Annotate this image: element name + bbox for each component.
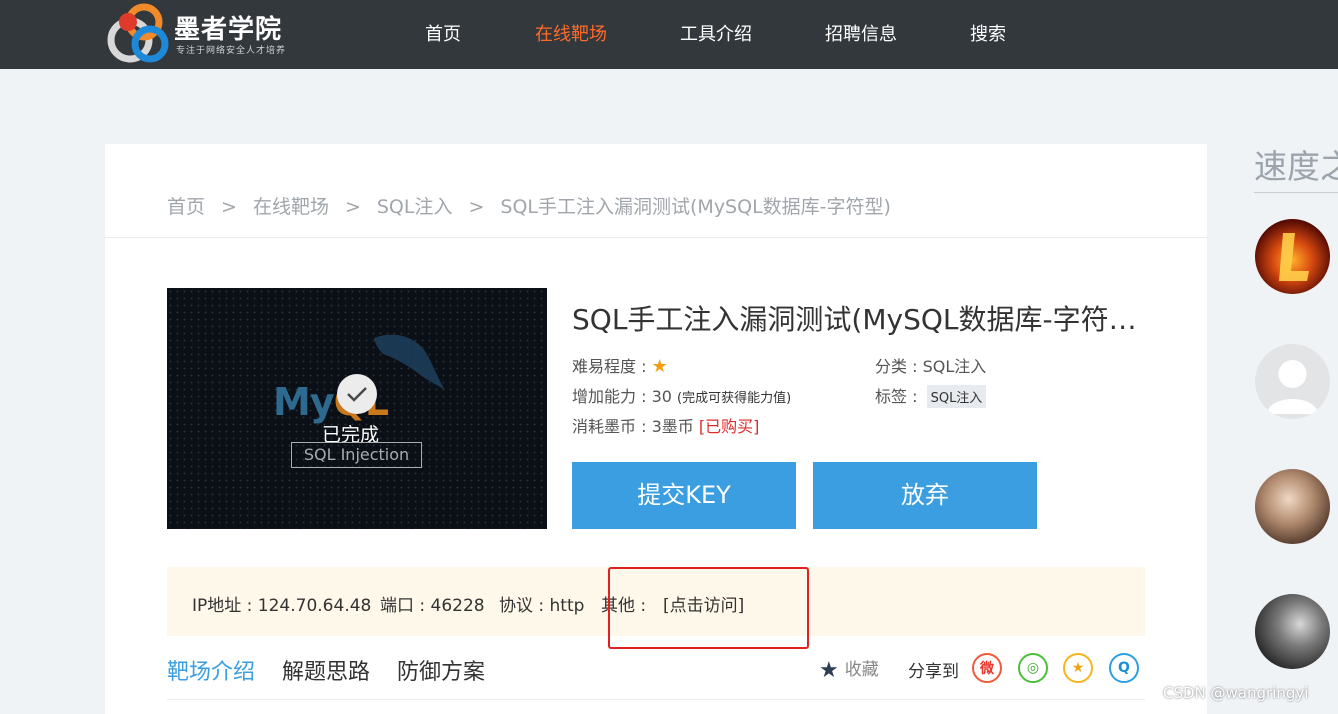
highlight-annotation-box	[608, 567, 809, 649]
watermark: CSDN @wangringyi	[1163, 684, 1309, 702]
challenge-thumbnail: MyQL 已完成 SQL Injection	[167, 288, 547, 529]
nav-item-online-range[interactable]: 在线靶场	[535, 20, 607, 46]
tags: 标签 : SQL注入	[875, 383, 987, 408]
breadcrumb-separator: >	[344, 196, 361, 218]
ability-note: (完成可获得能力值)	[677, 391, 792, 406]
tag-sql-injection[interactable]: SQL注入	[926, 385, 987, 408]
avatar[interactable]	[1255, 344, 1330, 419]
tabs-divider	[167, 699, 1145, 700]
ip-address: IP地址 : 124.70.64.48	[192, 596, 372, 616]
nav-item-tools[interactable]: 工具介绍	[680, 20, 752, 46]
tab-defense-plan[interactable]: 防御方案	[397, 654, 485, 686]
breadcrumb-separator: >	[221, 196, 237, 218]
sidebar-title-underline	[1254, 192, 1338, 193]
breadcrumb-current: SQL手工注入漏洞测试(MySQL数据库-字符型)	[500, 196, 891, 218]
ability-label: 增加能力 : 30	[572, 387, 672, 406]
port: 端口 : 46228	[380, 596, 485, 616]
protocol: 协议 : http	[499, 596, 585, 616]
favorite-label: 收藏	[844, 660, 879, 680]
nav-item-search[interactable]: 搜索	[970, 20, 1006, 46]
difficulty: 难易程度 : ★	[572, 353, 668, 377]
breadcrumb-online-range[interactable]: 在线靶场	[253, 196, 329, 218]
avatar[interactable]	[1255, 594, 1330, 669]
sidebar-title: 速度之	[1254, 147, 1338, 186]
header-divider	[105, 237, 1207, 238]
difficulty-label: 难易程度 :	[572, 357, 647, 376]
challenge-title: SQL手工注入漏洞测试(MySQL数据库-字符型)	[572, 303, 1142, 336]
logo-title: 墨者学院	[174, 15, 283, 45]
nav-item-home[interactable]: 首页	[425, 20, 461, 46]
tags-label: 标签 :	[875, 387, 918, 406]
avatar[interactable]	[1255, 469, 1330, 544]
qq-icon[interactable]: Q	[1109, 653, 1139, 683]
category: 分类 : SQL注入	[875, 353, 986, 377]
top-navbar: 墨者学院 专注于网络安全人才培养 首页 在线靶场 工具介绍 招聘信息 搜索	[0, 0, 1338, 69]
cost: 消耗墨币 : 3墨币 [已购买]	[572, 413, 759, 437]
favorite-star-icon: ★	[819, 658, 839, 683]
breadcrumb-separator: >	[468, 196, 485, 218]
site-logo[interactable]: 墨者学院 专注于网络安全人才培养	[104, 0, 334, 66]
wechat-icon[interactable]: ◎	[1018, 653, 1048, 683]
qzone-icon[interactable]: ★	[1063, 653, 1093, 683]
completed-check-icon	[337, 374, 377, 414]
nav-item-jobs[interactable]: 招聘信息	[825, 20, 897, 46]
difficulty-star-icon: ★	[651, 356, 668, 377]
breadcrumb-sql-injection[interactable]: SQL注入	[377, 196, 453, 218]
breadcrumb-home[interactable]: 首页	[167, 196, 205, 218]
submit-key-button[interactable]: 提交KEY	[572, 462, 796, 529]
purchased-status: [已购买]	[698, 417, 760, 436]
avatar-letter-l-icon	[1279, 233, 1309, 281]
favorite-button[interactable]: ★ 收藏	[819, 655, 879, 683]
default-user-icon	[1267, 360, 1318, 414]
abandon-button[interactable]: 放弃	[813, 462, 1037, 529]
avatar[interactable]	[1255, 219, 1330, 294]
ability: 增加能力 : 30 (完成可获得能力值)	[572, 383, 791, 407]
tab-range-intro[interactable]: 靶场介绍	[167, 654, 255, 686]
weibo-icon[interactable]: 微	[972, 653, 1002, 683]
thumbnail-caption: SQL Injection	[291, 442, 422, 468]
share-label: 分享到	[908, 662, 959, 682]
challenge-card: 首页 > 在线靶场 > SQL注入 > SQL手工注入漏洞测试(MySQL数据库-字符型) …	[105, 144, 1207, 714]
breadcrumb: 首页 > 在线靶场 > SQL注入 > SQL手工注入漏洞测试(MySQL数据库-字符型)	[167, 192, 891, 219]
category-label: 分类 : SQL注入	[875, 357, 987, 376]
cost-label: 消耗墨币 : 3墨币	[572, 417, 694, 436]
logo-mark-icon	[107, 3, 169, 63]
tab-solution-ideas[interactable]: 解题思路	[282, 654, 370, 686]
logo-subtitle: 专注于网络安全人才培养	[176, 46, 287, 56]
